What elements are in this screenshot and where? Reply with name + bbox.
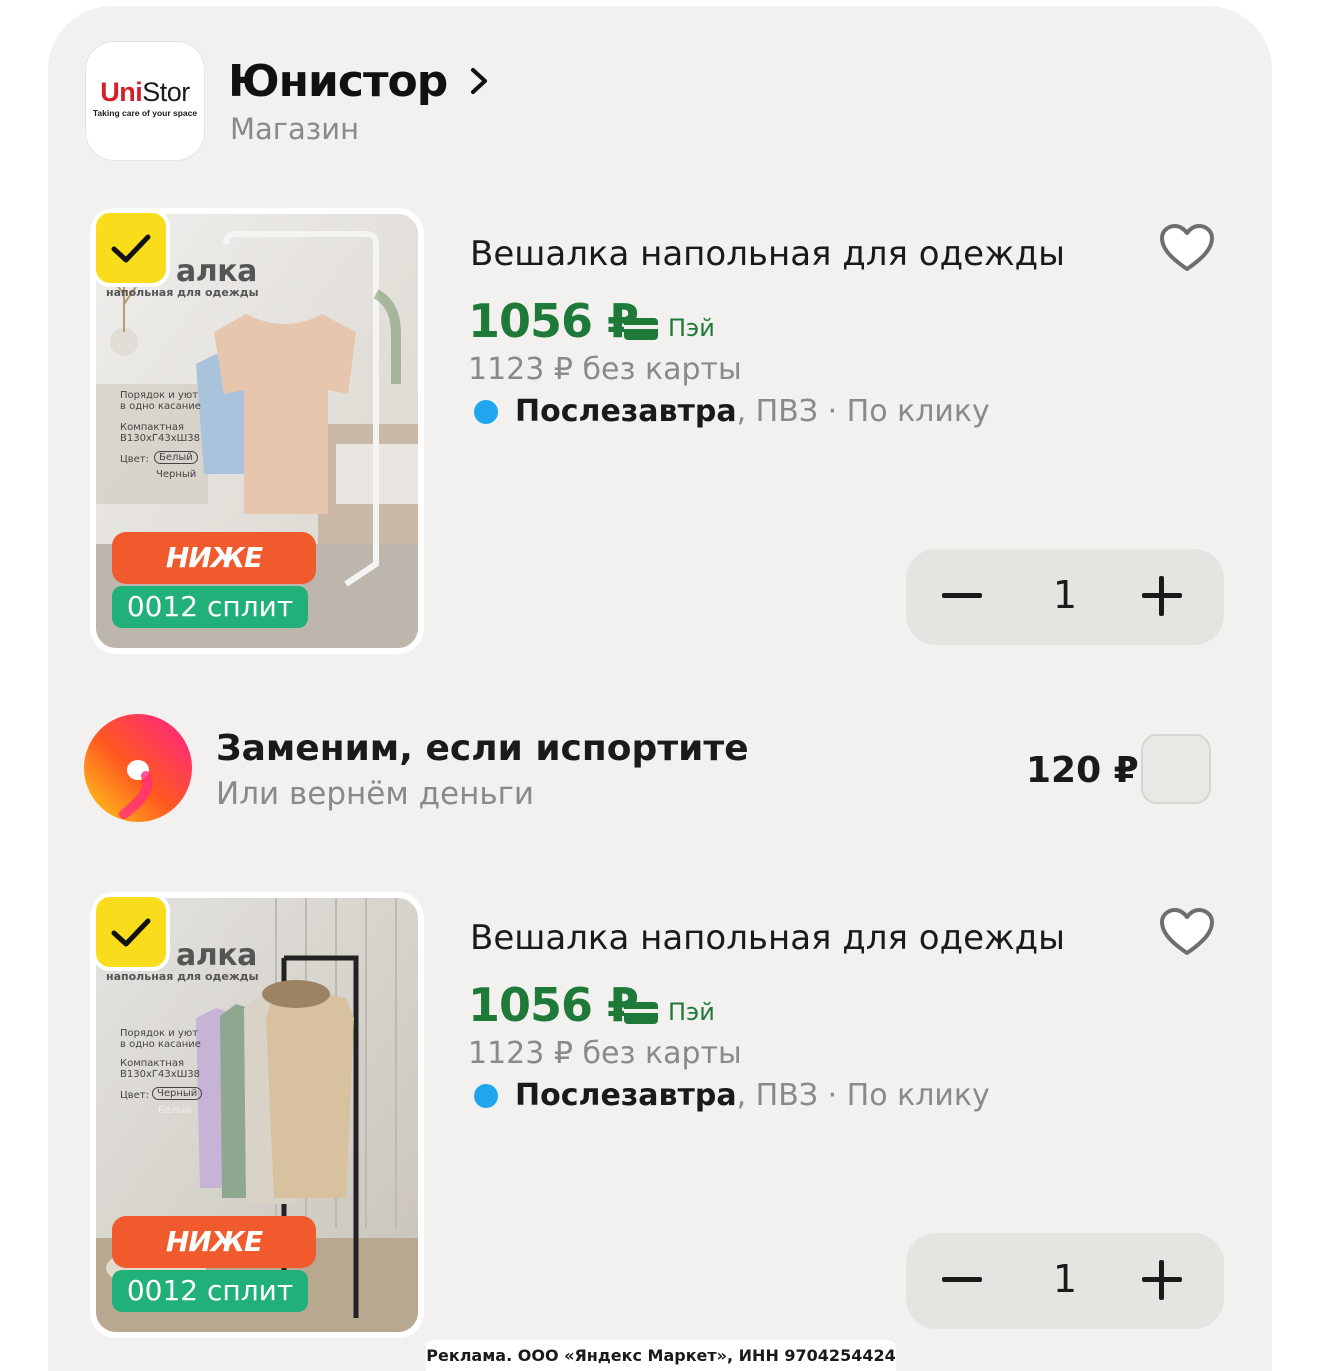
store-logo-wordmark: UniStor bbox=[100, 77, 190, 107]
store-logo[interactable]: UniStor Taking care of your space bbox=[86, 42, 204, 160]
product-title[interactable]: Вешалка напольная для одежды bbox=[470, 918, 1065, 958]
minus-icon bbox=[942, 1277, 982, 1282]
product-image-feature: В130хГ43хШ38 bbox=[120, 1069, 201, 1080]
protection-subtitle: Или вернём деньги bbox=[216, 776, 535, 812]
product-image-feature: Порядок и уют bbox=[120, 1028, 199, 1039]
below-market-badge: НИЖЕ РЫНКА bbox=[112, 1216, 316, 1310]
quantity-value: 1 bbox=[1052, 1257, 1078, 1301]
product-image-color-option: Черный bbox=[156, 469, 197, 480]
delivery-status-dot bbox=[474, 1084, 498, 1108]
product-select-checkbox[interactable] bbox=[92, 893, 170, 971]
price: 1056 ₽ bbox=[468, 294, 639, 348]
ad-disclaimer[interactable]: Реклама. ООО «Яндекс Маркет», ИНН 970425… bbox=[426, 1340, 896, 1371]
product-title[interactable]: Вешалка напольная для одежды bbox=[470, 234, 1065, 274]
quantity-value: 1 bbox=[1052, 573, 1078, 617]
product-image-color-option: Черный bbox=[152, 1087, 203, 1100]
product-image-feature: Цвет: bbox=[120, 454, 150, 465]
product-image-color-option: Белый bbox=[154, 451, 198, 464]
chevron-right-icon bbox=[468, 56, 490, 107]
delivery-status-dot bbox=[474, 400, 498, 424]
protection-title: Заменим, если испортите bbox=[216, 728, 749, 769]
price-without-card: 1123 ₽ без карты bbox=[468, 352, 742, 387]
product-image-feature: в одно касание bbox=[120, 1039, 201, 1050]
price-without-card: 1123 ₽ без карты bbox=[468, 1036, 742, 1071]
store-type: Магазин bbox=[230, 112, 360, 146]
product-image-color-option: Белый bbox=[158, 1105, 192, 1116]
protection-checkbox[interactable] bbox=[1141, 734, 1211, 804]
pay-card-icon bbox=[624, 318, 658, 340]
quantity-stepper: 1 bbox=[906, 549, 1224, 645]
product-image-title: алка bbox=[176, 938, 257, 973]
store-name-link[interactable]: Юнистор bbox=[228, 56, 490, 107]
product-image-feature: Порядок и уют bbox=[120, 390, 199, 401]
minus-icon bbox=[942, 593, 982, 598]
checkmark-icon bbox=[111, 918, 151, 947]
product-select-checkbox[interactable] bbox=[92, 209, 170, 287]
checkmark-icon bbox=[111, 234, 151, 263]
price: 1056 ₽ bbox=[468, 978, 639, 1032]
delivery-info: Послезавтра, ПВЗ · По клику bbox=[515, 1078, 990, 1113]
protection-logo-icon bbox=[84, 714, 192, 822]
store-logo-tagline: Taking care of your space bbox=[92, 108, 198, 118]
delivery-info: Послезавтра, ПВЗ · По клику bbox=[515, 394, 990, 429]
below-market-badge: НИЖЕ РЫНКА bbox=[112, 532, 316, 626]
favorite-heart-icon[interactable] bbox=[1158, 222, 1216, 274]
product-image-title: алка bbox=[176, 254, 257, 289]
product-image-subtitle: напольная для одежды bbox=[106, 286, 259, 299]
pay-label: Пэй bbox=[668, 314, 715, 342]
product-image-feature: Компактная bbox=[120, 422, 184, 433]
product-image-feature: в одно касание bbox=[120, 401, 201, 412]
product-image-feature: В130хГ43хШ38 bbox=[120, 433, 201, 444]
cart-store-card: UniStor Taking care of your space Юнисто… bbox=[48, 6, 1272, 1371]
product-image-feature: Цвет: bbox=[120, 1090, 150, 1101]
product-image-feature: Компактная bbox=[120, 1058, 184, 1069]
store-name: Юнистор bbox=[228, 56, 448, 107]
pay-card-icon bbox=[624, 1002, 658, 1024]
favorite-heart-icon[interactable] bbox=[1158, 906, 1216, 958]
protection-price: 120 ₽ bbox=[1026, 750, 1139, 791]
split-badge: 0012 сплит bbox=[112, 586, 308, 628]
split-badge: 0012 сплит bbox=[112, 1270, 308, 1312]
product-image-subtitle: напольная для одежды bbox=[106, 970, 259, 983]
quantity-stepper: 1 bbox=[906, 1233, 1224, 1329]
pay-label: Пэй bbox=[668, 998, 715, 1026]
